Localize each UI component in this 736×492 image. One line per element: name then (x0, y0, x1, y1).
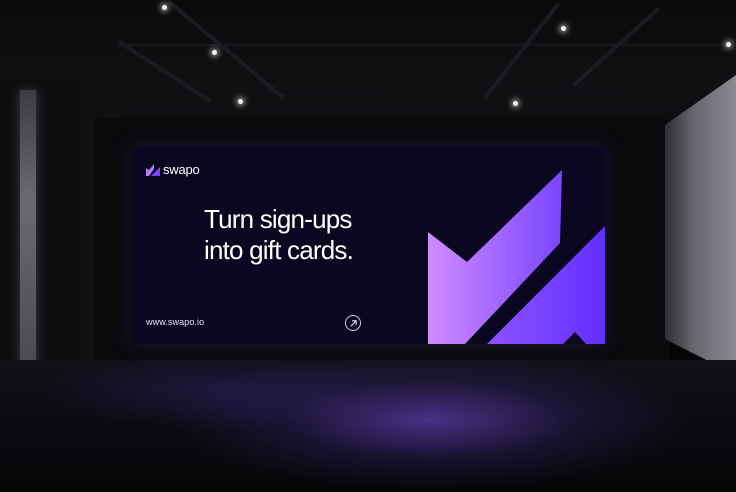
headline: Turn sign-ups into gift cards. (204, 204, 424, 266)
headline-line-2: into gift cards. (204, 235, 354, 265)
arrow-up-right-icon (349, 319, 357, 327)
open-link-button[interactable] (345, 315, 361, 331)
headline-line-1: Turn sign-ups (204, 204, 352, 234)
ceiling-spotlight (513, 101, 518, 106)
website-link[interactable]: www.swapo.io (146, 317, 204, 327)
gallery-room: swapo Turn sign-ups into gift cards. www… (0, 0, 736, 492)
ceiling-spotlight (238, 99, 243, 104)
left-wall-light (20, 90, 36, 366)
ceiling-rail (120, 44, 720, 46)
ceiling-spotlight (726, 42, 731, 47)
ceiling-spotlight (212, 50, 217, 55)
brand-logo[interactable]: swapo (146, 162, 200, 177)
swapo-logo-mark-icon (146, 163, 160, 176)
ceiling-spotlight (162, 5, 167, 10)
billboard-screen: swapo Turn sign-ups into gift cards. www… (131, 146, 605, 344)
ceiling-spotlight (561, 26, 566, 31)
right-wall (665, 75, 736, 375)
brand-name: swapo (163, 162, 200, 177)
floor (0, 360, 736, 492)
